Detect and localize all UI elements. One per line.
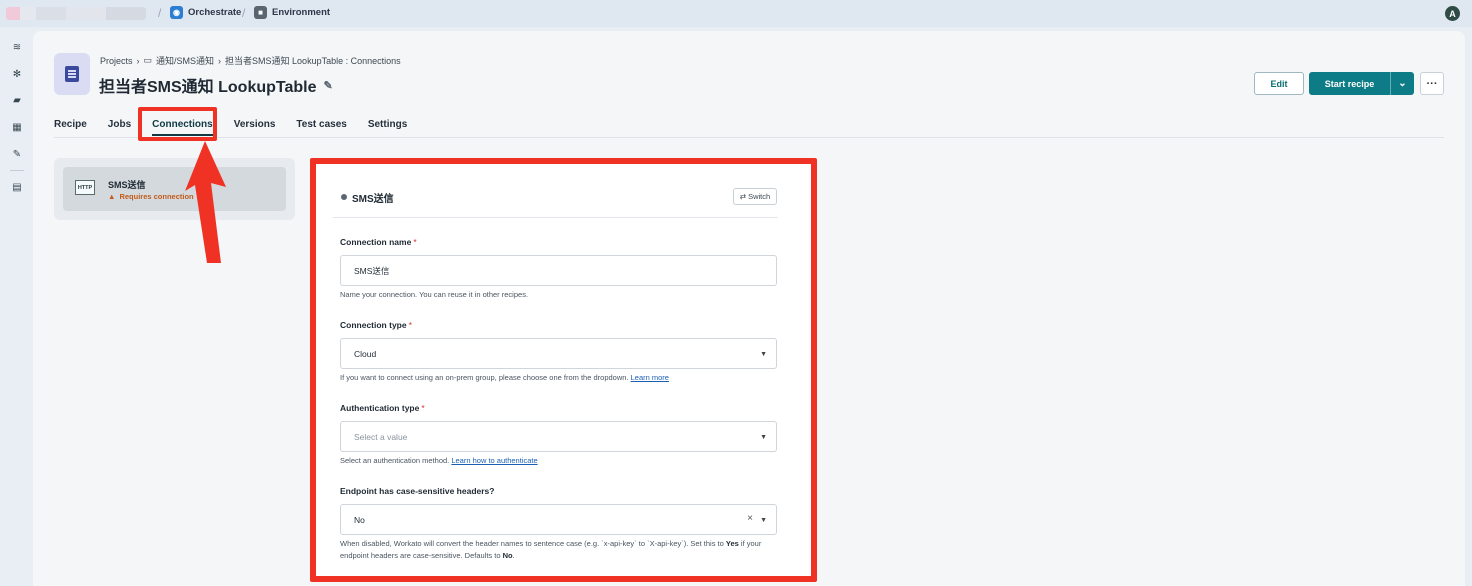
main-panel: Projects › ▭ 通知/SMS通知 › 担当者SMS通知 LookupT… [33, 31, 1465, 586]
top-bar: / ◉ Orchestrate / ■ Environment A [0, 0, 1472, 27]
tab-bar: Recipe Jobs Connections Versions Test ca… [54, 119, 428, 136]
docs-icon[interactable]: ▤ [11, 181, 23, 193]
connection-type-select[interactable]: Cloud ▼ [340, 338, 777, 369]
recipe-icon [54, 53, 90, 95]
connection-list-item[interactable]: HTTP SMS送信 ▲ Requires connection [63, 167, 286, 211]
connection-type-label: Connection type * [340, 320, 412, 330]
caret-down-icon: ▼ [760, 351, 767, 358]
book-icon[interactable]: ▰ [11, 94, 23, 106]
environment-label: Environment [272, 7, 331, 18]
connection-name-label: Connection name * [340, 237, 417, 247]
pencil-icon[interactable]: ✎ [324, 79, 333, 92]
connection-name-help: Name your connection. You can reuse it i… [340, 290, 529, 299]
auth-type-select[interactable]: Select a value ▼ [340, 421, 777, 452]
tabs-divider [54, 137, 1444, 138]
switch-icon: ⇄ [739, 192, 747, 201]
breadcrumb-current: 担当者SMS通知 LookupTable : Connections [225, 56, 401, 66]
http-icon: HTTP [75, 180, 95, 195]
folder-icon: ▭ [143, 55, 153, 65]
edit-button[interactable]: Edit [1254, 72, 1304, 95]
lock-icon: ■ [254, 6, 267, 19]
tab-jobs[interactable]: Jobs [108, 119, 131, 136]
caret-down-icon: ▼ [760, 517, 767, 524]
connection-status: ▲ Requires connection [108, 192, 194, 201]
orchestrate-crumb[interactable]: ◉ Orchestrate [170, 6, 241, 19]
auth-type-help: Select an authentication method. Learn h… [340, 456, 538, 465]
asterisk-icon[interactable]: ✻ [11, 68, 23, 80]
grid-icon[interactable]: ▦ [11, 121, 23, 133]
chevron-right-icon: › [218, 55, 222, 66]
form-header-title: SMS送信 [352, 194, 394, 205]
chevron-right-icon: › [136, 55, 140, 66]
case-sensitive-value: No [354, 514, 365, 525]
start-recipe-button[interactable]: Start recipe [1309, 72, 1390, 95]
switch-label: Switch [748, 192, 771, 201]
breadcrumb-projects[interactable]: Projects [100, 56, 133, 66]
clear-icon[interactable]: × [747, 513, 753, 524]
environment-crumb[interactable]: ■ Environment [254, 6, 330, 19]
form-header: SMS送信 ⇄ Switch [333, 178, 778, 218]
left-rail: ≋ ✻ ▰ ▦ ✎ ▤ [0, 27, 33, 586]
breadcrumb-separator: / [158, 6, 162, 20]
chevron-down-icon[interactable]: ⌄ [1390, 72, 1414, 95]
wrench-icon[interactable]: ✎ [11, 148, 23, 160]
case-sensitive-help: When disabled, Workato will convert the … [340, 539, 762, 560]
breadcrumb: Projects › ▭ 通知/SMS通知 › 担当者SMS通知 LookupT… [100, 54, 401, 67]
page-title: 担当者SMS通知 LookupTable ✎ [99, 73, 333, 97]
tab-test-cases[interactable]: Test cases [296, 119, 346, 136]
orchestrate-icon: ◉ [170, 6, 183, 19]
case-sensitive-label: Endpoint has case-sensitive headers? [340, 486, 495, 496]
learn-more-link[interactable]: Learn more [631, 373, 669, 382]
status-dot-icon [341, 194, 347, 200]
breadcrumb-folder[interactable]: 通知/SMS通知 [156, 54, 214, 67]
annotation-highlight-tab [138, 107, 217, 141]
blurred-workspace-name[interactable] [6, 7, 146, 20]
switch-button[interactable]: ⇄ Switch [733, 188, 777, 205]
more-options-button[interactable]: ··· [1420, 72, 1444, 95]
connection-name-input[interactable]: SMS送信 [340, 255, 777, 286]
avatar[interactable]: A [1445, 6, 1460, 21]
learn-auth-link[interactable]: Learn how to authenticate [451, 456, 537, 465]
tab-recipe[interactable]: Recipe [54, 119, 87, 136]
connection-list: HTTP SMS送信 ▲ Requires connection [54, 158, 295, 220]
tab-versions[interactable]: Versions [234, 119, 276, 136]
annotation-arrow-icon [185, 141, 226, 263]
connection-type-value: Cloud [354, 348, 377, 359]
warning-icon: ▲ [108, 192, 116, 201]
connection-form: SMS送信 ⇄ Switch Connection name * SMS送信 Na… [333, 178, 778, 578]
auth-type-placeholder: Select a value [354, 431, 408, 442]
layers-icon[interactable]: ≋ [11, 41, 23, 53]
connection-type-help: If you want to connect using an on-prem … [340, 373, 669, 382]
breadcrumb-separator: / [242, 6, 246, 20]
rail-divider [10, 170, 24, 171]
tab-settings[interactable]: Settings [368, 119, 407, 136]
case-sensitive-select[interactable]: No × ▼ [340, 504, 777, 535]
recipe-title: 担当者SMS通知 LookupTable [99, 79, 317, 96]
auth-type-label: Authentication type * [340, 403, 425, 413]
connection-item-name: SMS送信 [108, 180, 146, 190]
orchestrate-label: Orchestrate [188, 7, 242, 18]
caret-down-icon: ▼ [760, 434, 767, 441]
